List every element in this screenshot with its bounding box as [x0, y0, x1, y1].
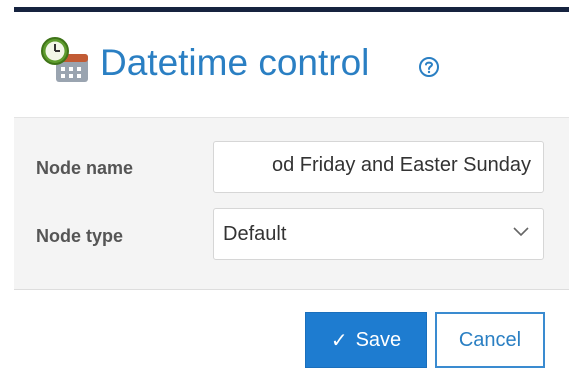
datetime-control-dialog: Datetime control Node name od Friday and… — [0, 0, 569, 379]
check-icon: ✓ — [330, 329, 348, 352]
calendar-clock-icon — [41, 37, 88, 82]
node-name-value: od Friday and Easter Sunday — [271, 154, 531, 176]
node-type-label: Node type — [36, 226, 124, 246]
node-type-value: Default — [223, 223, 287, 245]
help-icon[interactable] — [418, 56, 440, 78]
node-type-select[interactable]: Default — [213, 208, 544, 260]
dialog-footer: ✓ Save Cancel — [14, 290, 569, 379]
node-name-input[interactable]: od Friday and Easter Sunday — [213, 141, 544, 193]
chevron-down-icon — [513, 227, 529, 237]
cancel-button-label: Cancel — [458, 328, 522, 351]
dialog-title: Datetime control — [100, 42, 370, 83]
dialog-form: Node name od Friday and Easter Sunday No… — [14, 117, 569, 290]
save-button-label: Save — [355, 328, 402, 351]
cancel-button[interactable]: Cancel — [435, 312, 545, 368]
dialog-header: Datetime control — [14, 12, 569, 117]
node-name-label: Node name — [36, 158, 134, 178]
save-button[interactable]: ✓ Save — [305, 312, 427, 368]
